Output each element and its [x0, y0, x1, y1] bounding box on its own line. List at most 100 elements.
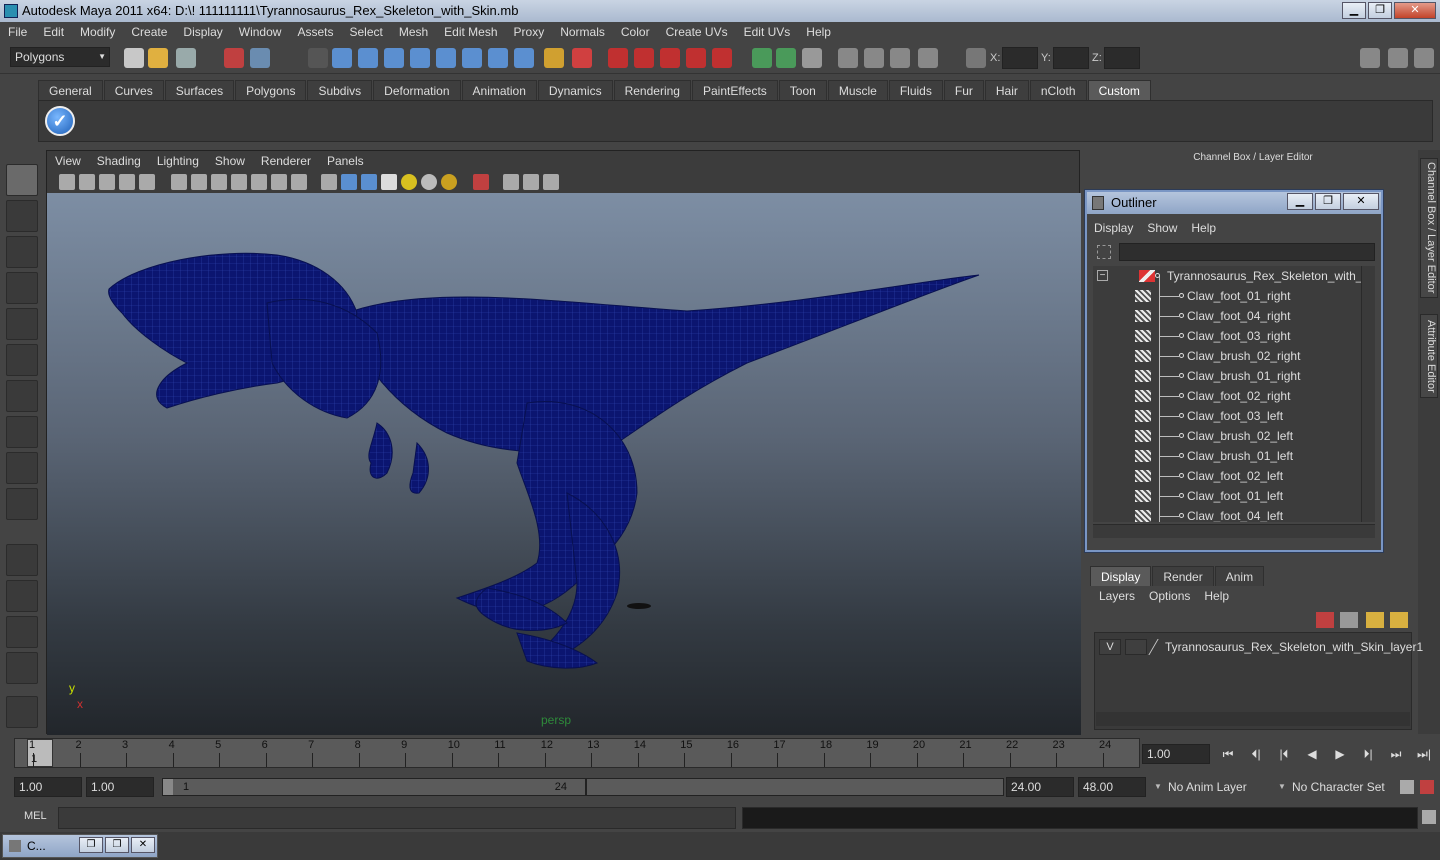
outliner-item[interactable]: Claw_foot_04_left	[1093, 506, 1361, 522]
snap-grid-icon[interactable]	[608, 48, 628, 68]
move-tool-icon[interactable]	[6, 272, 38, 304]
absolute-transform-icon[interactable]	[966, 48, 986, 68]
range-slider-track[interactable]	[586, 778, 1004, 796]
universal-manipulator-icon[interactable]	[6, 380, 38, 412]
maximize-button[interactable]: ❐	[1368, 2, 1392, 19]
step-forward-frame-button[interactable]: ⏵|	[1356, 744, 1380, 764]
layer-tab-anim[interactable]: Anim	[1214, 566, 1265, 586]
shelf-tab-muscle[interactable]: Muscle	[827, 80, 888, 100]
viewport-menu-show[interactable]: Show	[207, 154, 253, 168]
select-tool-icon[interactable]	[6, 164, 38, 196]
shelf-tab-general[interactable]: General	[38, 80, 103, 100]
select-curve-icon[interactable]	[384, 48, 404, 68]
film-gate-icon[interactable]	[191, 174, 207, 190]
step-forward-key-button[interactable]: ⏭	[1384, 744, 1408, 764]
viewport-menu-panels[interactable]: Panels	[319, 154, 372, 168]
hypershade-layout-icon[interactable]	[6, 696, 38, 728]
outliner-vertical-scrollbar[interactable]	[1361, 266, 1375, 522]
y-field[interactable]	[1053, 47, 1089, 69]
four-view-layout-icon[interactable]	[6, 580, 38, 612]
select-dynamic-icon[interactable]	[462, 48, 482, 68]
viewport-menu-shading[interactable]: Shading	[89, 154, 149, 168]
close-button[interactable]: ✕	[1394, 2, 1436, 19]
outliner-search-input[interactable]	[1119, 243, 1375, 261]
ipr-render-icon[interactable]	[890, 48, 910, 68]
outliner-item[interactable]: Claw_foot_02_left	[1093, 466, 1361, 486]
backface-culling-icon[interactable]	[543, 174, 559, 190]
camera-attributes-icon[interactable]	[79, 174, 95, 190]
shelf-tab-fluids[interactable]: Fluids	[888, 80, 943, 100]
outliner-item[interactable]: Claw_foot_02_right	[1093, 386, 1361, 406]
shelf-tab-toon[interactable]: Toon	[778, 80, 827, 100]
render-view-icon[interactable]	[838, 48, 858, 68]
open-scene-icon[interactable]	[148, 48, 168, 68]
shelf-tab-animation[interactable]: Animation	[461, 80, 537, 100]
menu-modify[interactable]: Modify	[72, 25, 123, 39]
output-ops-icon[interactable]	[776, 48, 796, 68]
tab-attribute-editor[interactable]: Attribute Editor	[1420, 314, 1438, 398]
outliner-item[interactable]: Claw_foot_01_left	[1093, 486, 1361, 506]
shelf-check-icon[interactable]: ✓	[45, 106, 75, 136]
outliner-menu-display[interactable]: Display	[1087, 221, 1140, 235]
bookmarks-icon[interactable]	[99, 174, 115, 190]
outliner-root-row[interactable]: − Tyrannosaurus_Rex_Skeleton_with_Skin	[1093, 266, 1361, 286]
shelf-tab-fur[interactable]: Fur	[943, 80, 984, 100]
perspective-graph-layout-icon[interactable]	[6, 652, 38, 684]
resolution-gate-icon[interactable]	[211, 174, 227, 190]
outliner-item[interactable]: Claw_brush_02_right	[1093, 346, 1361, 366]
image-plane-icon[interactable]	[119, 174, 135, 190]
outliner-minimize-button[interactable]: ▁	[1287, 193, 1313, 210]
step-back-key-button[interactable]: ⏴|	[1244, 744, 1268, 764]
viewport-menu-renderer[interactable]: Renderer	[253, 154, 319, 168]
character-set-dropdown[interactable]: No Character Set	[1276, 777, 1396, 797]
safe-action-icon[interactable]	[271, 174, 287, 190]
render-settings-icon[interactable]	[918, 48, 938, 68]
show-channel-box-icon[interactable]	[1414, 48, 1434, 68]
select-joint-icon[interactable]	[358, 48, 378, 68]
wireframe-on-shaded-icon[interactable]	[361, 174, 377, 190]
grid-icon[interactable]	[171, 174, 187, 190]
new-scene-icon[interactable]	[124, 48, 144, 68]
smooth-shade-icon[interactable]	[341, 174, 357, 190]
playback-start-field[interactable]: 1.00	[86, 777, 154, 797]
shelf-tab-polygons[interactable]: Polygons	[235, 80, 307, 100]
outliner-item[interactable]: Claw_foot_03_right	[1093, 326, 1361, 346]
save-scene-icon[interactable]	[176, 48, 196, 68]
outliner-menu-help[interactable]: Help	[1184, 221, 1223, 235]
construction-history-icon[interactable]	[802, 48, 822, 68]
create-empty-layer-icon[interactable]	[1366, 612, 1384, 628]
select-handle-icon[interactable]	[332, 48, 352, 68]
outliner-titlebar[interactable]: Outliner ▁ ❐ ✕	[1087, 192, 1381, 214]
playback-end-field[interactable]: 24.00	[1006, 777, 1074, 797]
select-rendering-icon[interactable]	[488, 48, 508, 68]
select-misc-icon[interactable]	[514, 48, 534, 68]
step-back-frame-button[interactable]: |⏴	[1272, 744, 1296, 764]
select-by-object-icon[interactable]	[250, 48, 270, 68]
outliner-item[interactable]: Claw_foot_03_left	[1093, 406, 1361, 426]
shelf-tab-ncloth[interactable]: nCloth	[1029, 80, 1087, 100]
mel-input[interactable]	[58, 807, 736, 829]
snap-curve-icon[interactable]	[634, 48, 654, 68]
menu-set-dropdown[interactable]: Polygons	[10, 47, 110, 67]
outliner-maximize-button[interactable]: ❐	[1315, 193, 1341, 210]
soft-modification-icon[interactable]	[6, 416, 38, 448]
menu-create[interactable]: Create	[123, 25, 175, 39]
menu-mesh[interactable]: Mesh	[391, 25, 436, 39]
use-all-lights-icon[interactable]	[401, 174, 417, 190]
x-field[interactable]	[1002, 47, 1038, 69]
isolate-select-icon[interactable]	[473, 174, 489, 190]
field-chart-icon[interactable]	[251, 174, 267, 190]
animation-end-field[interactable]: 48.00	[1078, 777, 1146, 797]
menu-edit-mesh[interactable]: Edit Mesh	[436, 25, 505, 39]
show-manipulator-icon[interactable]	[6, 452, 38, 484]
z-field[interactable]	[1104, 47, 1140, 69]
render-frame-icon[interactable]	[864, 48, 884, 68]
viewport-scene[interactable]: persp y x	[47, 193, 1081, 735]
menu-edit-uvs[interactable]: Edit UVs	[736, 25, 799, 39]
go-to-start-button[interactable]: ⏮	[1216, 744, 1240, 764]
menu-help[interactable]: Help	[798, 25, 839, 39]
animation-preferences-icon[interactable]	[1420, 780, 1434, 794]
outliner-item[interactable]: Claw_foot_01_right	[1093, 286, 1361, 306]
xray-icon[interactable]	[503, 174, 519, 190]
layer-menu-options[interactable]: Options	[1142, 587, 1197, 605]
